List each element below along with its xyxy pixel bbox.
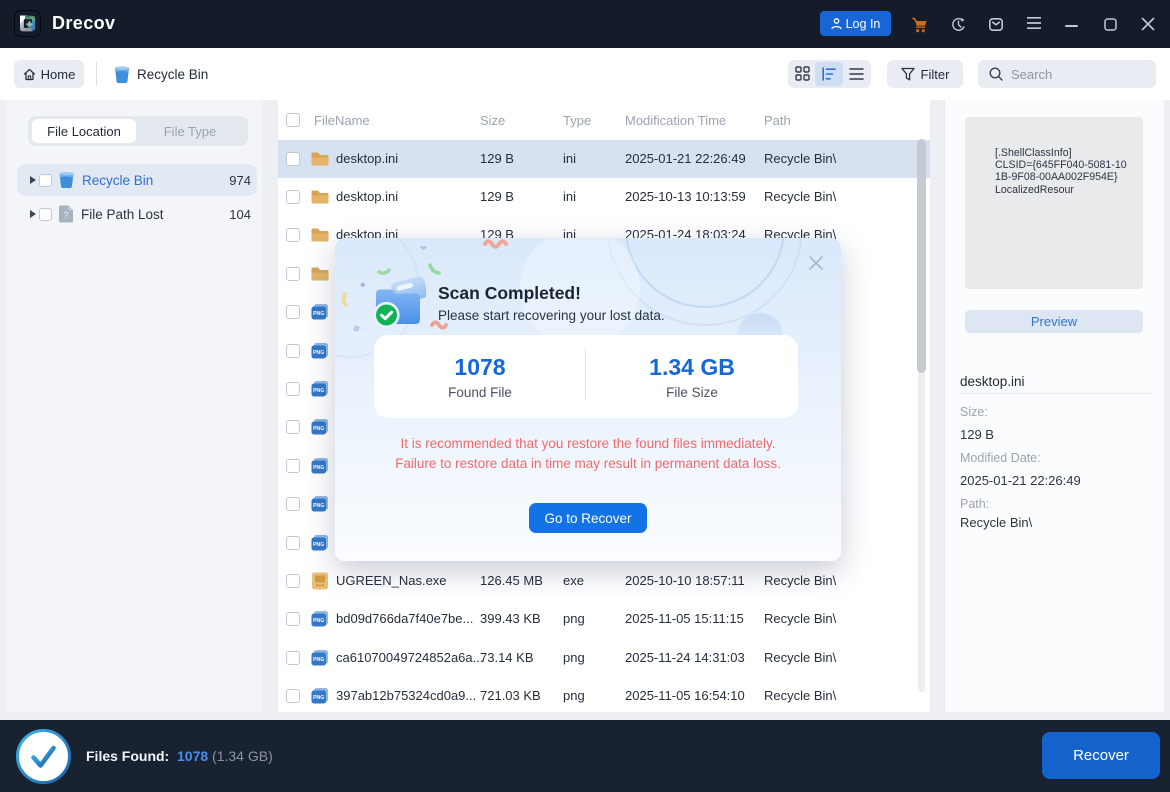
svg-text:PNG: PNG [313,465,324,471]
svg-text:PNG: PNG [313,503,324,509]
svg-text:?: ? [63,210,68,220]
svg-text:PNG: PNG [313,311,324,317]
svg-text:PNG: PNG [313,350,324,356]
svg-text:PNG: PNG [313,388,324,394]
svg-text:PNG: PNG [313,426,324,432]
svg-text:PNG: PNG [313,657,324,663]
svg-text:PNG: PNG [313,695,324,701]
svg-text:PNG: PNG [313,618,324,624]
svg-text:PNG: PNG [313,542,324,548]
